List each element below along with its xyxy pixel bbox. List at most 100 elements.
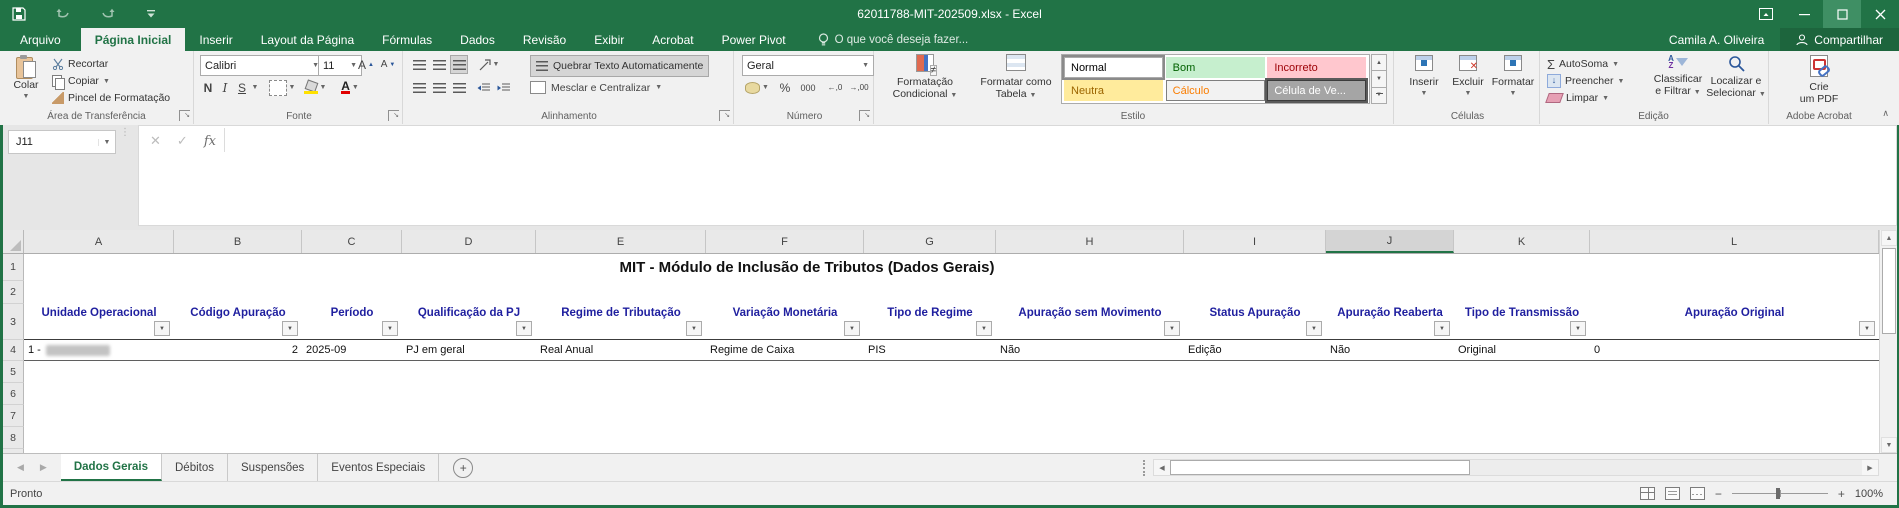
row-header-3[interactable]: 3 [3,304,24,340]
delete-cells-button[interactable]: Excluir▼ [1448,55,1488,100]
scroll-up-icon[interactable]: ▲ [1881,230,1897,246]
tell-me-search[interactable]: O que você deseja fazer... [818,28,969,51]
find-select-button[interactable]: Localizar e Selecionar ▼ [1707,55,1765,101]
empty-row-cells[interactable] [24,281,1879,304]
sheet-title-cell[interactable]: MIT - Módulo de Inclusão de Tributos (Da… [24,254,1590,281]
format-painter-button[interactable]: Pincel de Formatação [52,90,170,106]
column-header-i[interactable]: I [1184,230,1326,253]
column-header-j[interactable]: J [1326,230,1454,253]
close-icon[interactable] [1861,0,1899,28]
sheet-tab-suspensoes[interactable]: Suspensões [228,454,318,481]
ribbon-tab-revisao[interactable]: Revisão [509,28,580,51]
filter-dropdown-icon[interactable]: ▼ [382,321,398,336]
ribbon-tab-layout-da-pagina[interactable]: Layout da Página [247,28,368,51]
accounting-format-button[interactable]: ▼ [742,78,772,97]
data-cell-l4[interactable]: 0 [1590,340,1879,361]
filter-dropdown-icon[interactable]: ▼ [282,321,298,336]
zoom-slider-handle[interactable] [1776,488,1780,499]
sheet-tab-eventos-especiais[interactable]: Eventos Especiais [318,454,439,481]
formula-bar-splitter[interactable]: ⋮ [119,129,131,153]
prev-sheet-icon[interactable]: ◀ [17,462,24,473]
filter-dropdown-icon[interactable]: ▼ [844,321,860,336]
row-header-7[interactable]: 7 [3,405,24,427]
cell-style-neutra[interactable]: Neutra [1064,80,1163,101]
empty-row-cells[interactable] [24,427,1879,449]
paste-button[interactable]: Colar▼ [6,55,46,103]
zoom-in-icon[interactable]: + [1838,487,1845,501]
align-right-button[interactable] [450,78,468,97]
conditional-formatting-button[interactable]: Formatação Condicional ▼ [879,54,971,102]
orientation-button[interactable]: ▼ [475,55,503,74]
decrease-decimal-button[interactable]: →,00 [848,78,870,97]
fill-color-button[interactable]: ▼ [300,78,330,97]
page-layout-view-icon[interactable] [1665,487,1680,500]
ribbon-tab-exibir[interactable]: Exibir [580,28,638,51]
vertical-scroll-thumb[interactable] [1882,248,1896,334]
format-cells-button[interactable]: Formatar▼ [1492,55,1534,100]
empty-row-cells[interactable] [24,361,1879,383]
ribbon-tab-pagina-inicial[interactable]: Página Inicial [81,28,186,51]
copy-button[interactable]: Copiar▼ [52,73,110,89]
dialog-launcher-icon[interactable]: ↘ [719,110,730,121]
name-box-dropdown-icon[interactable]: ▼ [98,139,115,146]
empty-row-cells[interactable] [24,405,1879,427]
cut-button[interactable]: Recortar [52,56,108,72]
autosum-button[interactable]: Σ AutoSoma▼ [1547,56,1619,72]
row-header-2[interactable]: 2 [3,281,24,304]
align-left-button[interactable] [410,78,428,97]
data-cell-j4[interactable]: Não [1326,340,1454,361]
create-pdf-button[interactable]: Crie um PDF [1792,55,1846,105]
align-center-button[interactable] [430,78,448,97]
user-name[interactable]: Camila A. Oliveira [1653,33,1780,47]
underline-button[interactable]: S [234,78,250,97]
data-cell-d4[interactable]: PJ em geral [402,340,536,361]
ribbon-tab-arquivo[interactable]: Arquivo [0,28,81,51]
filter-dropdown-icon[interactable]: ▼ [1306,321,1322,336]
data-cell-f4[interactable]: Regime de Caixa [706,340,864,361]
filter-dropdown-icon[interactable]: ▼ [1164,321,1180,336]
data-cell-k4[interactable]: Original [1454,340,1590,361]
bold-button[interactable]: N [200,78,216,97]
collapse-ribbon-icon[interactable]: ∧ [1882,108,1889,119]
sheet-tab-debitos[interactable]: Débitos [162,454,228,481]
ribbon-tab-dados[interactable]: Dados [446,28,509,51]
increase-font-button[interactable]: A▲ [356,55,376,74]
enter-icon[interactable]: ✓ [177,133,188,149]
next-sheet-icon[interactable]: ▶ [40,462,47,473]
normal-view-icon[interactable] [1640,487,1655,500]
comma-style-button[interactable]: 000 [796,78,820,97]
row-header-8[interactable]: 8 [3,427,24,449]
number-format-select[interactable]: Geral▼ [742,55,874,76]
scroll-down-icon[interactable]: ▼ [1881,437,1897,453]
vertical-scrollbar[interactable]: ▲ ▼ [1879,230,1897,453]
data-cell-a4[interactable]: 1 - [24,340,174,361]
increase-decimal-button[interactable]: ←,0 [824,78,846,97]
formula-input[interactable] [138,125,1897,226]
italic-button[interactable]: I [218,78,232,97]
sort-filter-button[interactable]: AZ Classificar e Filtrar ▼ [1649,55,1707,99]
format-as-table-button[interactable]: Formatar como Tabela ▼ [973,54,1059,102]
column-header-b[interactable]: B [174,230,302,253]
cancel-icon[interactable]: ✕ [150,133,161,149]
horizontal-scrollbar[interactable]: ◀ ▶ [1153,459,1879,476]
row-header-5[interactable]: 5 [3,361,24,383]
row-header-6[interactable]: 6 [3,383,24,405]
wrap-text-button[interactable]: Quebrar Texto Automaticamente [530,55,709,77]
ribbon-tab-acrobat[interactable]: Acrobat [638,28,707,51]
page-break-view-icon[interactable] [1690,487,1705,500]
align-top-button[interactable] [410,55,428,74]
filter-dropdown-icon[interactable]: ▼ [1859,321,1875,336]
filter-dropdown-icon[interactable]: ▼ [516,321,532,336]
filter-dropdown-icon[interactable]: ▼ [154,321,170,336]
sheet-tab-dados-gerais[interactable]: Dados Gerais [61,454,162,481]
column-header-a[interactable]: A [24,230,174,253]
zoom-slider[interactable] [1732,493,1828,494]
zoom-level[interactable]: 100% [1855,488,1883,500]
new-sheet-button[interactable]: + [453,458,473,478]
column-header-g[interactable]: G [864,230,996,253]
dialog-launcher-icon[interactable]: ↘ [859,110,870,121]
column-header-h[interactable]: H [996,230,1184,253]
filter-dropdown-icon[interactable]: ▼ [686,321,702,336]
row-header-1[interactable]: 1 [3,254,24,281]
zoom-out-icon[interactable]: − [1715,487,1722,501]
